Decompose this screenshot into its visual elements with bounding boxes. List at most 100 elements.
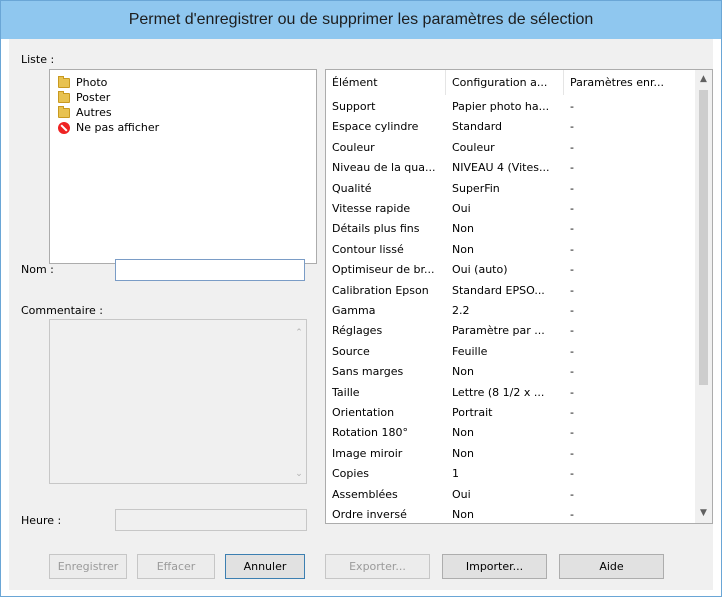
name-input[interactable] xyxy=(115,259,305,281)
cell-parametres: - xyxy=(570,161,574,175)
table-row[interactable]: Sans marges Non - xyxy=(326,363,696,380)
cell-parametres: - xyxy=(570,344,574,358)
cell-parametres: - xyxy=(570,140,574,154)
cell-configuration: Non xyxy=(452,446,474,460)
cell-parametres: - xyxy=(570,202,574,215)
cell-configuration: SuperFin xyxy=(452,181,500,195)
cell-element: Orientation xyxy=(332,406,395,419)
time-label: Heure : xyxy=(21,514,62,527)
table-row[interactable]: Support Papier photo ha... - xyxy=(326,98,696,115)
cell-configuration: Couleur xyxy=(452,140,495,154)
cell-parametres: - xyxy=(570,242,574,256)
cell-configuration: 2.2 xyxy=(452,304,470,317)
column-header-configuration[interactable]: Configuration a... xyxy=(446,70,564,95)
table-row[interactable]: Contour lissé Non - xyxy=(326,241,696,258)
cell-element: Niveau de la qua... xyxy=(332,161,436,175)
table-row[interactable]: Réglages Paramètre par ... - xyxy=(326,322,696,339)
scrollbar-thumb[interactable] xyxy=(699,90,708,385)
cell-parametres: - xyxy=(570,324,574,338)
cancel-button[interactable]: Annuler xyxy=(225,554,305,579)
comment-label: Commentaire : xyxy=(21,304,103,317)
cell-configuration: Oui xyxy=(452,487,471,501)
table-row[interactable]: Orientation Portrait - xyxy=(326,404,696,421)
cell-element: Contour lissé xyxy=(332,242,404,256)
table-row[interactable]: Qualité SuperFin - xyxy=(326,180,696,197)
cell-element: Ordre inversé xyxy=(332,508,407,521)
scroll-down-icon[interactable]: ▼ xyxy=(699,509,708,518)
table-row[interactable]: Copies 1 - xyxy=(326,465,696,482)
table-row[interactable]: Optimiseur de br... Oui (auto) - xyxy=(326,261,696,278)
cell-element: Image miroir xyxy=(332,446,403,460)
dialog-client: Liste : Photo Poster Autres Ne pas affic… xyxy=(9,39,713,590)
table-row[interactable]: Calibration Epson Standard EPSO... - xyxy=(326,282,696,299)
table-row[interactable]: Couleur Couleur - xyxy=(326,139,696,156)
cell-configuration: Non xyxy=(452,426,474,440)
dialog-window: Permet d'enregistrer ou de supprimer les… xyxy=(0,0,722,597)
cell-element: Couleur xyxy=(332,140,375,154)
table-row[interactable]: Ordre inversé Non - xyxy=(326,506,696,523)
column-header-parametres[interactable]: Paramètres enr... xyxy=(564,70,696,95)
cell-element: Réglages xyxy=(332,324,383,338)
time-field xyxy=(115,509,307,531)
save-button[interactable]: Enregistrer xyxy=(49,554,127,579)
cell-parametres: - xyxy=(570,426,574,440)
cell-configuration: Portrait xyxy=(452,406,493,419)
cell-parametres: - xyxy=(570,446,574,460)
no-entry-icon xyxy=(58,121,70,134)
cell-element: Vitesse rapide xyxy=(332,202,411,215)
table-row[interactable]: Espace cylindre Standard - xyxy=(326,118,696,135)
cell-parametres: - xyxy=(570,406,574,419)
table-row[interactable]: Source Feuille - xyxy=(326,343,696,360)
cell-parametres: - xyxy=(570,222,574,236)
list-item-photo[interactable]: Photo xyxy=(58,75,107,90)
cell-element: Sans marges xyxy=(332,365,404,379)
table-row[interactable]: Taille Lettre (8 1/2 x ... - xyxy=(326,384,696,401)
table-row[interactable]: Image miroir Non - xyxy=(326,445,696,462)
cell-parametres: - xyxy=(570,487,574,501)
list-label: Liste : xyxy=(21,53,55,66)
cell-element: Gamma xyxy=(332,304,376,317)
help-button[interactable]: Aide xyxy=(559,554,664,579)
cell-element: Rotation 180° xyxy=(332,426,408,440)
list-item-label: Photo xyxy=(76,76,108,89)
table-row[interactable]: Niveau de la qua... NIVEAU 4 (Vites... - xyxy=(326,159,696,176)
table-row[interactable]: Détails plus fins Non - xyxy=(326,220,696,237)
chevron-up-icon: ⌃ xyxy=(295,328,303,338)
chevron-down-icon: ⌄ xyxy=(295,469,303,479)
cell-configuration: Paramètre par ... xyxy=(452,324,545,338)
cell-configuration: Standard xyxy=(452,120,503,134)
delete-button[interactable]: Effacer xyxy=(137,554,215,579)
import-button[interactable]: Importer... xyxy=(442,554,547,579)
comment-textarea[interactable]: ⌃ ⌄ xyxy=(49,319,307,484)
cell-element: Taille xyxy=(332,385,360,399)
cell-configuration: Non xyxy=(452,222,474,236)
cell-configuration: Standard EPSO... xyxy=(452,283,545,297)
table-row[interactable]: Vitesse rapide Oui - xyxy=(326,200,696,217)
cell-configuration: Feuille xyxy=(452,344,488,358)
table-row[interactable]: Gamma 2.2 - xyxy=(326,302,696,319)
table-scrollbar[interactable]: ▲ ▼ xyxy=(695,70,712,523)
table-row[interactable]: Rotation 180° Non - xyxy=(326,424,696,441)
cell-configuration: NIVEAU 4 (Vites... xyxy=(452,161,550,175)
cell-parametres: - xyxy=(570,100,574,113)
list-item-ne-pas-afficher[interactable]: Ne pas afficher xyxy=(58,120,159,135)
table-row[interactable]: Assemblées Oui - xyxy=(326,486,696,503)
cell-element: Copies xyxy=(332,467,369,481)
folder-icon xyxy=(58,105,70,118)
cell-element: Détails plus fins xyxy=(332,222,420,236)
cell-configuration: Non xyxy=(452,365,474,379)
cell-element: Qualité xyxy=(332,181,372,195)
cell-parametres: - xyxy=(570,304,574,317)
name-label: Nom : xyxy=(21,263,54,276)
list-item-autres[interactable]: Autres xyxy=(58,105,112,120)
cell-parametres: - xyxy=(570,365,574,379)
settings-listbox[interactable]: Photo Poster Autres Ne pas afficher xyxy=(49,69,317,264)
folder-icon xyxy=(58,75,70,88)
column-header-element[interactable]: Élément xyxy=(326,70,446,95)
export-button[interactable]: Exporter... xyxy=(325,554,430,579)
settings-table[interactable]: Élément Configuration a... Paramètres en… xyxy=(325,69,713,524)
scroll-up-icon[interactable]: ▲ xyxy=(699,75,708,84)
cell-configuration: Lettre (8 1/2 x ... xyxy=(452,385,545,399)
list-item-poster[interactable]: Poster xyxy=(58,90,110,105)
cell-parametres: - xyxy=(570,120,574,134)
